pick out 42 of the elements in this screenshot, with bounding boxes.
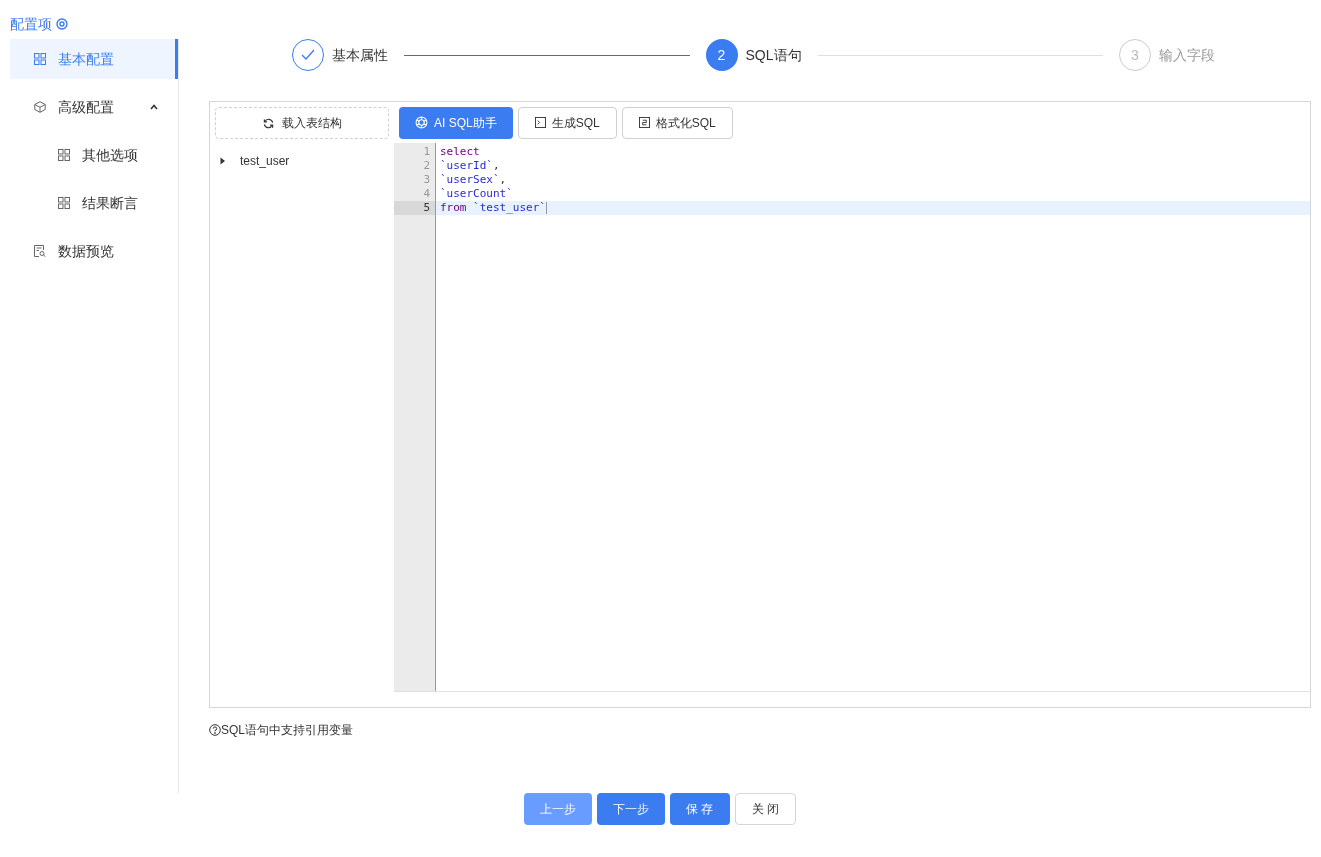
load-table-button[interactable]: 载入表结构: [215, 107, 389, 139]
toolbar-button[interactable]: 生成SQL: [517, 106, 617, 139]
caret-icon[interactable]: [220, 157, 226, 165]
cube-icon: [34, 101, 46, 113]
code-line: `userCount`: [439, 187, 514, 201]
sidebar-item[interactable]: 其他选项: [10, 135, 178, 175]
format-icon: [638, 117, 650, 128]
step-label: 基本属性: [332, 45, 388, 65]
step-label: 输入字段: [1159, 45, 1215, 65]
grid-icon: [58, 197, 70, 209]
line-number: 5: [394, 201, 435, 215]
ai-knot-icon: [415, 116, 428, 129]
toolbar-button[interactable]: 格式化SQL: [621, 106, 733, 139]
line-number: 4: [422, 187, 431, 201]
line-number: 3: [422, 173, 431, 187]
hint-text: SQL语句中支持引用变量: [221, 722, 353, 739]
code-editor[interactable]: 1 2 3 4 5 select `userId`, `userSex`, `userCount` from `test_user`: [394, 143, 1310, 692]
line-number: 1: [422, 145, 431, 159]
help-icon: [209, 724, 221, 736]
step-label: SQL语句: [745, 45, 802, 65]
grid-icon: [58, 149, 70, 161]
footer-button[interactable]: 关 闭: [734, 793, 796, 825]
sidebar-item[interactable]: 高级配置: [10, 87, 178, 127]
grid-icon: [34, 53, 46, 65]
toolbar-button[interactable]: AI SQL助手: [399, 106, 513, 139]
refresh-icon: [262, 117, 274, 129]
document-search-icon: [34, 245, 46, 257]
sidebar-item[interactable]: 数据预览: [10, 231, 178, 271]
code-line: select: [439, 145, 481, 159]
sidebar-item[interactable]: 结果断言: [10, 183, 178, 223]
code-line: `userId`,: [439, 159, 501, 173]
target-icon: [56, 18, 68, 30]
sidebar-item[interactable]: 基本配置: [10, 39, 178, 79]
line-number: 2: [422, 159, 431, 173]
code-line: `userSex`,: [439, 173, 508, 187]
footer-button[interactable]: 下一步: [597, 793, 666, 825]
check-icon: [301, 49, 315, 61]
caret-icon[interactable]: [150, 104, 158, 110]
tree-item[interactable]: test_user: [215, 151, 389, 171]
sidebar-title: 配置项: [10, 14, 52, 34]
terminal-icon: [534, 117, 546, 128]
footer-button[interactable]: 保 存: [670, 793, 730, 825]
